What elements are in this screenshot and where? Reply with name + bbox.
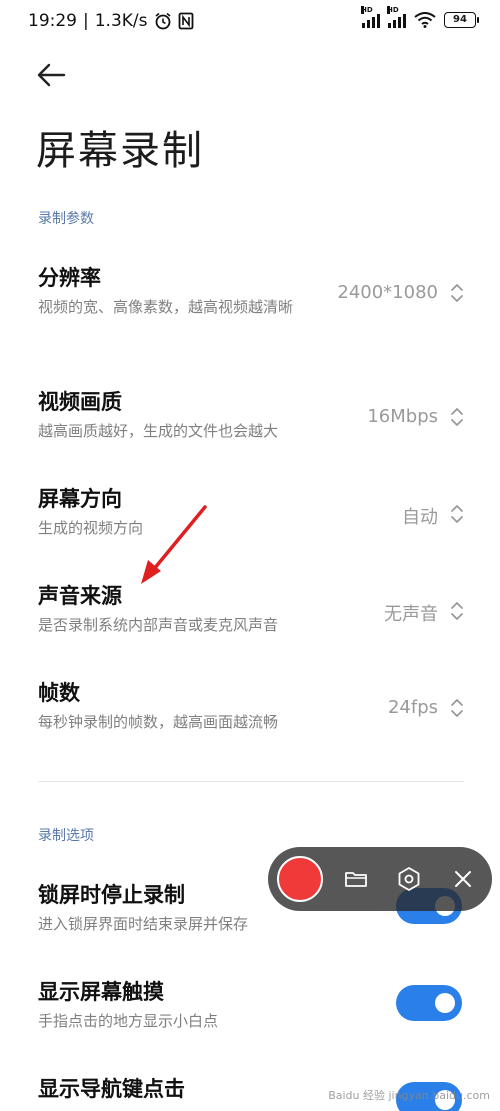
setting-title: 声音来源 <box>38 584 122 608</box>
setting-screen-orientation[interactable]: 屏幕方向 生成的视频方向 自动 <box>0 483 500 543</box>
watermark: Baidu 经验 jingyan.baidu.com <box>328 1089 490 1102</box>
toggle-knob <box>435 993 455 1013</box>
status-right: HD HD 94 <box>361 6 479 28</box>
chevron-up-down-icon <box>451 602 463 620</box>
option-title: 显示导航键点击 <box>38 1077 185 1101</box>
setting-value: 自动 <box>402 507 438 528</box>
option-desc: 进入锁屏界面时结束录屏并保存 <box>38 915 249 933</box>
section-divider <box>38 781 464 782</box>
setting-frame-rate[interactable]: 帧数 每秒钟录制的帧数，越高画面越流畅 24fps <box>0 677 500 737</box>
alarm-icon <box>155 12 171 30</box>
close-icon[interactable] <box>449 865 477 893</box>
status-separator: | <box>83 11 89 31</box>
setting-desc: 越高画质越好，生成的文件也会越大 <box>38 422 279 440</box>
setting-desc: 生成的视频方向 <box>38 519 144 537</box>
chevron-up-down-icon <box>451 505 463 523</box>
settings-hexagon-icon[interactable] <box>395 865 423 893</box>
setting-title: 屏幕方向 <box>38 487 122 511</box>
battery-indicator: 94 <box>444 12 479 28</box>
signal-1-icon: HD <box>361 6 380 28</box>
setting-sound-source[interactable]: 声音来源 是否录制系统内部声音或麦克风声音 无声音 <box>0 580 500 640</box>
chevron-up-down-icon <box>451 284 463 302</box>
folder-icon[interactable] <box>342 865 370 893</box>
setting-title: 帧数 <box>38 681 80 705</box>
status-net-speed: 1.3K/s <box>94 11 148 31</box>
option-title: 显示屏幕触摸 <box>38 980 164 1004</box>
status-left: 19:29 | 1.3K/s <box>28 11 194 31</box>
option-show-touches[interactable]: 显示屏幕触摸 手指点击的地方显示小白点 <box>0 976 500 1036</box>
option-title: 锁屏时停止录制 <box>38 883 185 907</box>
floating-record-bar <box>268 847 492 911</box>
back-button[interactable] <box>34 60 70 90</box>
page-title: 屏幕录制 <box>36 128 204 174</box>
setting-desc: 是否录制系统内部声音或麦克风声音 <box>38 616 279 634</box>
status-bar: 19:29 | 1.3K/s HD HD 94 <box>0 0 500 44</box>
section-recording-options: 录制选项 <box>38 828 94 844</box>
setting-desc: 视频的宽、高像素数，越高视频越清晰 <box>38 298 294 316</box>
back-arrow-icon <box>37 63 66 87</box>
chevron-up-down-icon <box>451 408 463 426</box>
signal-2-icon: HD <box>387 6 406 28</box>
status-time: 19:29 <box>28 11 77 31</box>
setting-value: 2400*1080 <box>337 282 438 303</box>
section-recording-params: 录制参数 <box>38 211 94 227</box>
wifi-icon <box>414 12 436 28</box>
setting-resolution[interactable]: 分辨率 视频的宽、高像素数，越高视频越清晰 2400*1080 <box>0 262 500 346</box>
chevron-up-down-icon <box>451 699 463 717</box>
setting-video-quality[interactable]: 视频画质 越高画质越好，生成的文件也会越大 16Mbps <box>0 386 500 446</box>
show-touches-toggle[interactable] <box>396 985 462 1021</box>
nfc-icon <box>178 12 193 30</box>
setting-title: 视频画质 <box>38 390 122 414</box>
setting-title: 分辨率 <box>38 266 101 290</box>
option-desc: 手指点击的地方显示小白点 <box>38 1012 219 1030</box>
setting-value: 16Mbps <box>367 406 438 427</box>
setting-value: 24fps <box>387 697 438 718</box>
record-button[interactable] <box>277 856 323 902</box>
setting-value: 无声音 <box>384 604 438 625</box>
setting-desc: 每秒钟录制的帧数，越高画面越流畅 <box>38 713 279 731</box>
